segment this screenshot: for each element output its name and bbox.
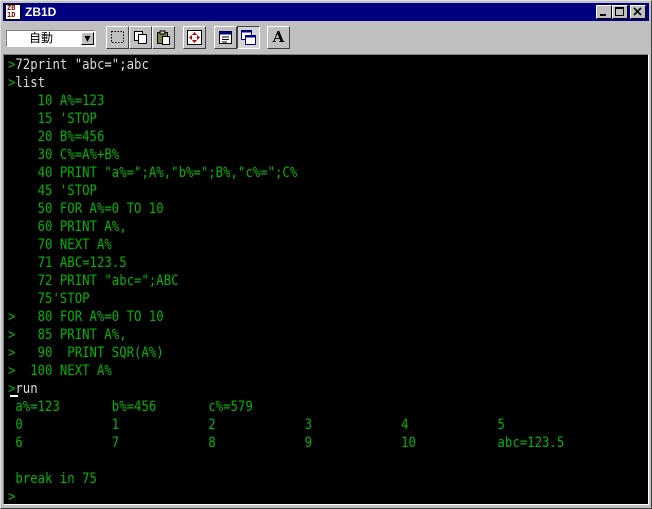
dashed-select-icon — [111, 31, 124, 43]
maximize-icon — [615, 7, 624, 16]
terminal-line: >list — [8, 74, 45, 92]
line-text: 50 FOR A%=0 TO 10 — [15, 201, 164, 217]
terminal-line: 0 1 2 3 4 5 — [8, 416, 505, 434]
line-text: list — [15, 75, 46, 91]
app-icon[interactable]: ZB 1D — [5, 4, 21, 20]
terminal-line: > — [8, 488, 16, 505]
line-text: 100 NEXT A% — [15, 363, 112, 379]
line-text: 72 PRINT "abc=";ABC — [15, 273, 179, 289]
minimize-button[interactable] — [596, 5, 612, 19]
terminal-line: > 80 FOR A%=0 TO 10 — [8, 308, 164, 326]
terminal-line: 72 PRINT "abc=";ABC — [8, 272, 179, 290]
mode-select-value: 自動 — [29, 31, 54, 45]
line-text: 72print "abc=";abc — [15, 57, 149, 73]
line-text: 90 PRINT SQR(A%) — [15, 345, 164, 361]
terminal-line: >run — [8, 380, 38, 398]
terminal-line: 6 7 8 9 10 abc=123.5 — [8, 434, 564, 452]
line-text: 45 'STOP — [15, 183, 97, 199]
mode-select[interactable]: 自動 ▼ — [6, 30, 96, 47]
terminal-line: 50 FOR A%=0 TO 10 — [8, 200, 164, 218]
copy-button[interactable] — [129, 26, 152, 49]
line-text: 6 7 8 9 10 abc=123.5 — [15, 435, 565, 451]
line-text: break in 75 — [15, 471, 97, 487]
select-area-button[interactable] — [106, 26, 129, 49]
line-text: 71 ABC=123.5 — [15, 255, 127, 271]
copy-icon — [134, 31, 147, 44]
terminal-screen[interactable]: >72print "abc=";abc >list 10 A%=123 15 'S… — [3, 54, 649, 505]
terminal-line: 45 'STOP — [8, 182, 97, 200]
window-size-button[interactable] — [237, 26, 260, 49]
terminal-line: 75'STOP — [8, 290, 90, 308]
terminal-line: 60 PRINT A%, — [8, 218, 127, 236]
properties-button[interactable] — [214, 26, 237, 49]
line-text: 75'STOP — [15, 291, 90, 307]
terminal-line: > 90 PRINT SQR(A%) — [8, 344, 164, 362]
line-text: 60 PRINT A%, — [15, 219, 127, 235]
line-text: 40 PRINT "a%=";A%,"b%=";B%,"c%=";C% — [15, 165, 298, 181]
fullscreen-icon — [187, 30, 202, 45]
line-text: 30 C%=A%+B% — [15, 147, 120, 163]
font-button[interactable]: A — [267, 26, 290, 49]
line-text: 20 B%=456 — [15, 129, 105, 145]
terminal-line: a%=123 b%=456 c%=579 — [8, 398, 253, 416]
terminal-line: 40 PRINT "a%=";A%,"b%=";B%,"c%=";C% — [8, 164, 298, 182]
terminal-line: break in 75 — [8, 470, 97, 488]
line-text: 15 'STOP — [15, 111, 97, 127]
terminal-line: 30 C%=A%+B% — [8, 146, 120, 164]
font-icon: A — [272, 28, 285, 46]
line-text: 0 1 2 3 4 5 — [15, 417, 505, 433]
line-text: a%=123 b%=456 c%=579 — [15, 399, 253, 415]
paste-icon — [157, 30, 170, 45]
terminal-line: >72print "abc=";abc — [8, 56, 149, 74]
minimize-icon — [600, 14, 606, 16]
terminal-line: 71 ABC=123.5 — [8, 254, 127, 272]
maximize-button[interactable] — [612, 5, 628, 19]
line-text: 80 FOR A%=0 TO 10 — [15, 309, 164, 325]
terminal-line: 70 NEXT A% — [8, 236, 112, 254]
line-text: run — [15, 381, 38, 397]
prompt-marker: > — [8, 489, 16, 505]
line-text: 70 NEXT A% — [15, 237, 112, 253]
terminal-line: 10 A%=123 — [8, 92, 105, 110]
close-icon — [633, 7, 642, 16]
terminal-line: 20 B%=456 — [8, 128, 105, 146]
terminal-line: > 85 PRINT A%, — [8, 326, 127, 344]
properties-icon — [219, 31, 232, 44]
terminal-line: > 100 NEXT A% — [8, 362, 112, 380]
paste-button[interactable] — [152, 26, 175, 49]
line-text: 10 A%=123 — [15, 93, 105, 109]
chevron-down-icon[interactable]: ▼ — [81, 32, 94, 45]
close-button[interactable] — [630, 5, 646, 19]
fullscreen-button[interactable] — [183, 26, 206, 49]
toolbar: 自動 ▼ A — [3, 23, 649, 53]
app-window: ZB 1D ZB1D 自動 ▼ A >72print "abc=";abc >l… — [0, 0, 652, 509]
title-bar[interactable]: ZB 1D ZB1D — [3, 3, 649, 21]
terminal-line: 15 'STOP — [8, 110, 97, 128]
window-title: ZB1D — [25, 5, 57, 19]
line-text: 85 PRINT A%, — [15, 327, 127, 343]
window-size-icon — [241, 30, 256, 45]
